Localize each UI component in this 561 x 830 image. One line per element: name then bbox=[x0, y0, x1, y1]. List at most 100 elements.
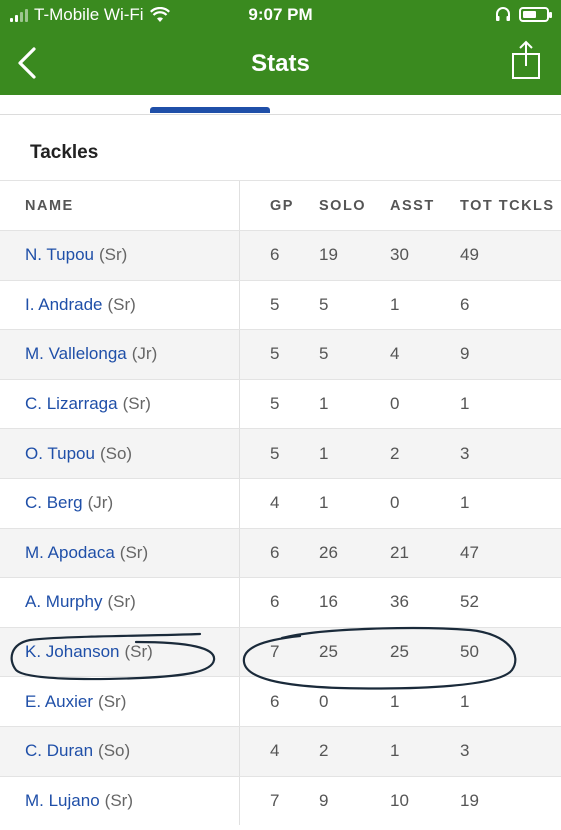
player-cell: A. Murphy (Sr) bbox=[25, 578, 136, 627]
tot-tckls-value: 9 bbox=[460, 344, 470, 364]
gp-value: 5 bbox=[270, 344, 280, 364]
active-tab-indicator bbox=[150, 107, 270, 113]
gp-value: 7 bbox=[270, 790, 280, 810]
table-row: C. Lizarraga (Sr) 5 1 0 1 bbox=[0, 378, 561, 429]
solo-value: 1 bbox=[319, 443, 329, 463]
asst-value: 1 bbox=[390, 294, 400, 314]
tot-tckls-value: 19 bbox=[460, 790, 479, 810]
player-class: (Jr) bbox=[87, 493, 114, 513]
player-name-link[interactable]: K. Johanson bbox=[25, 642, 120, 662]
share-button[interactable] bbox=[511, 40, 541, 80]
player-name-link[interactable]: M. Vallelonga bbox=[25, 344, 127, 364]
solo-value: 26 bbox=[319, 542, 338, 562]
asst-value: 21 bbox=[390, 542, 409, 562]
player-name-link[interactable]: N. Tupou bbox=[25, 245, 94, 265]
gp-value: 7 bbox=[270, 642, 280, 662]
player-cell: O. Tupou (So) bbox=[25, 429, 132, 478]
gp-value: 6 bbox=[270, 542, 280, 562]
player-class: (Sr) bbox=[104, 790, 133, 810]
column-header-solo[interactable]: SOLO bbox=[319, 181, 366, 230]
tot-tckls-value: 3 bbox=[460, 741, 470, 761]
asst-value: 1 bbox=[390, 691, 400, 711]
asst-value: 10 bbox=[390, 790, 409, 810]
player-class: (Sr) bbox=[122, 394, 151, 414]
table-row: E. Auxier (Sr) 6 0 1 1 bbox=[0, 676, 561, 726]
solo-value: 25 bbox=[319, 642, 338, 662]
player-cell: C. Duran (So) bbox=[25, 727, 130, 776]
player-cell: M. Lujano (Sr) bbox=[25, 777, 133, 826]
asst-value: 30 bbox=[390, 245, 409, 265]
table-row: O. Tupou (So) 5 1 2 3 bbox=[0, 428, 561, 478]
gp-value: 6 bbox=[270, 245, 280, 265]
solo-value: 19 bbox=[319, 245, 338, 265]
table-row: C. Berg (Jr) 4 1 0 1 bbox=[0, 477, 561, 528]
tot-tckls-value: 47 bbox=[460, 542, 479, 562]
player-name-link[interactable]: M. Lujano bbox=[25, 791, 100, 811]
player-class: (So) bbox=[98, 741, 131, 761]
solo-value: 5 bbox=[319, 294, 329, 314]
player-class: (Sr) bbox=[99, 245, 128, 265]
player-cell: C. Lizarraga (Sr) bbox=[25, 380, 151, 429]
player-cell: I. Andrade (Sr) bbox=[25, 281, 136, 330]
player-cell: M. Apodaca (Sr) bbox=[25, 529, 148, 578]
stats-table: NAME GP SOLO ASST TOT TCKLS N. Tupou (Sr)… bbox=[0, 180, 561, 826]
tot-tckls-value: 6 bbox=[460, 294, 470, 314]
tot-tckls-value: 3 bbox=[460, 443, 470, 463]
tot-tckls-value: 52 bbox=[460, 592, 479, 612]
solo-value: 1 bbox=[319, 493, 329, 513]
table-row: A. Murphy (Sr) 6 16 36 52 bbox=[0, 577, 561, 627]
column-header-gp[interactable]: GP bbox=[270, 181, 294, 230]
page-title: Stats bbox=[251, 50, 310, 77]
section-title: Tackles bbox=[30, 142, 99, 163]
clock: 9:07 PM bbox=[248, 5, 313, 24]
asst-value: 1 bbox=[390, 741, 400, 761]
tot-tckls-value: 1 bbox=[460, 691, 470, 711]
gp-value: 6 bbox=[270, 592, 280, 612]
gp-value: 4 bbox=[270, 493, 280, 513]
table-row: M. Vallelonga (Jr) 5 5 4 9 bbox=[0, 329, 561, 379]
status-bar: T-Mobile Wi-Fi 9:07 PM bbox=[0, 0, 561, 30]
solo-value: 1 bbox=[319, 394, 329, 414]
table-header-row: NAME GP SOLO ASST TOT TCKLS bbox=[0, 180, 561, 230]
app-header: T-Mobile Wi-Fi 9:07 PM Stats bbox=[0, 0, 561, 95]
nav-bar: Stats bbox=[0, 38, 561, 90]
player-cell: N. Tupou (Sr) bbox=[25, 231, 127, 280]
asst-value: 0 bbox=[390, 493, 400, 513]
asst-value: 25 bbox=[390, 642, 409, 662]
tot-tckls-value: 1 bbox=[460, 394, 470, 414]
player-class: (Sr) bbox=[107, 294, 136, 314]
player-class: (Jr) bbox=[131, 344, 158, 364]
table-row: I. Andrade (Sr) 5 5 1 6 bbox=[0, 279, 561, 330]
player-name-link[interactable]: O. Tupou bbox=[25, 444, 95, 464]
asst-value: 4 bbox=[390, 344, 400, 364]
gp-value: 4 bbox=[270, 741, 280, 761]
player-name-link[interactable]: M. Apodaca bbox=[25, 543, 115, 563]
column-header-tot-tckls[interactable]: TOT TCKLS bbox=[460, 181, 555, 230]
column-header-asst[interactable]: ASST bbox=[390, 181, 435, 230]
player-cell: M. Vallelonga (Jr) bbox=[25, 330, 157, 379]
player-name-link[interactable]: E. Auxier bbox=[25, 692, 93, 712]
solo-value: 5 bbox=[319, 344, 329, 364]
player-cell: K. Johanson (Sr) bbox=[25, 628, 153, 677]
tot-tckls-value: 49 bbox=[460, 245, 479, 265]
asst-value: 2 bbox=[390, 443, 400, 463]
table-row: M. Lujano (Sr) 7 9 10 19 bbox=[0, 775, 561, 826]
column-header-name[interactable]: NAME bbox=[25, 181, 74, 230]
tot-tckls-value: 50 bbox=[460, 642, 479, 662]
player-name-link[interactable]: I. Andrade bbox=[25, 295, 103, 315]
solo-value: 9 bbox=[319, 790, 329, 810]
gp-value: 6 bbox=[270, 691, 280, 711]
table-row: N. Tupou (Sr) 6 19 30 49 bbox=[0, 230, 561, 280]
tot-tckls-value: 1 bbox=[460, 493, 470, 513]
player-name-link[interactable]: A. Murphy bbox=[25, 592, 102, 612]
player-class: (Sr) bbox=[124, 642, 153, 662]
player-name-link[interactable]: C. Lizarraga bbox=[25, 394, 118, 414]
player-name-link[interactable]: C. Duran bbox=[25, 741, 93, 761]
player-name-link[interactable]: C. Berg bbox=[25, 493, 83, 513]
asst-value: 36 bbox=[390, 592, 409, 612]
player-class: (Sr) bbox=[98, 691, 127, 711]
tab-strip bbox=[0, 95, 561, 115]
headphones-icon bbox=[496, 7, 510, 21]
gp-value: 5 bbox=[270, 443, 280, 463]
player-class: (Sr) bbox=[119, 542, 149, 562]
